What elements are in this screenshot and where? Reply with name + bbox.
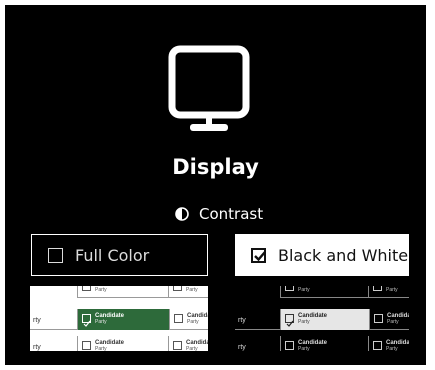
party-text: Party (298, 287, 310, 293)
party-text: Party (95, 346, 107, 352)
table-row: rty Candidate Party Candidate Party (30, 309, 208, 330)
party-cell: rty (235, 336, 281, 351)
preview-checkbox-checked (82, 314, 91, 327)
party-text: Party (386, 346, 398, 352)
party-cell: rty (235, 309, 281, 330)
candidate-cell: Candidate Party (78, 336, 169, 351)
party-text: Party (298, 346, 310, 352)
preview-checkbox-checked (285, 314, 294, 327)
table-row: rty Candidate Party Candidate Party (30, 336, 208, 351)
preview-checkbox (173, 286, 182, 291)
candidate-cell-selected: Candidate Party (78, 309, 169, 330)
display-settings-panel: Display Contrast Full Color Black and Wh… (5, 5, 426, 365)
preview-checkbox (373, 286, 382, 291)
preview-checkbox (173, 341, 182, 350)
party-stub-text: rty (238, 317, 246, 324)
party-text: Party (95, 287, 107, 293)
preview-checkbox (82, 286, 91, 291)
monitor-icon (168, 45, 262, 142)
candidate-cell: Candidate Party (78, 286, 169, 298)
black-and-white-option[interactable]: Black and White (235, 234, 409, 276)
party-cell: rty (30, 309, 78, 330)
party-cell (235, 286, 281, 298)
preview-checkbox (174, 314, 183, 323)
black-and-white-preview: Candidate Party Candidate Party rty Cand… (235, 286, 409, 351)
black-and-white-label: Black and White (278, 245, 409, 265)
party-stub-text: rty (238, 344, 246, 351)
party-text: Party (386, 287, 398, 293)
candidate-cell: Candidate Party (169, 286, 208, 298)
candidate-cell: Candidate Party (169, 309, 208, 330)
table-row: rty Candidate Party Candidate Party (235, 309, 409, 330)
party-cell: rty (30, 336, 78, 351)
preview-checkbox (285, 286, 294, 291)
page-title: Display (172, 155, 259, 179)
party-text: Party (186, 346, 198, 352)
contrast-icon (175, 207, 189, 221)
party-text: Party (387, 319, 399, 325)
preview-checkbox (373, 341, 382, 350)
candidate-cell: Candidate Party (169, 336, 208, 351)
party-cell (30, 286, 78, 298)
candidate-cell: Candidate Party (369, 286, 409, 298)
party-stub-text: rty (33, 317, 41, 324)
full-color-checkbox[interactable] (48, 247, 63, 263)
preview-checkbox (374, 314, 383, 323)
black-and-white-checkbox[interactable] (251, 247, 266, 263)
contrast-label: Contrast (199, 205, 264, 223)
contrast-heading: Contrast (175, 204, 263, 224)
candidate-cell-selected: Candidate Party (281, 309, 369, 330)
full-color-label: Full Color (75, 245, 150, 265)
candidate-cell: Candidate Party (281, 286, 369, 298)
table-row: Candidate Party Candidate Party (30, 286, 208, 298)
party-text: Party (298, 319, 310, 325)
party-stub-text: rty (33, 344, 41, 351)
candidate-cell: Candidate Party (369, 336, 409, 351)
candidate-cell: Candidate Party (281, 336, 369, 351)
full-color-option[interactable]: Full Color (31, 234, 208, 276)
party-text: Party (186, 287, 198, 293)
table-row: Candidate Party Candidate Party (235, 286, 409, 298)
party-text: Party (95, 319, 107, 325)
preview-checkbox (82, 341, 91, 350)
candidate-cell: Candidate Party (369, 309, 409, 330)
preview-checkbox (285, 341, 294, 350)
party-text: Party (187, 319, 199, 325)
table-row: rty Candidate Party Candidate Party (235, 336, 409, 351)
full-color-preview: Candidate Party Candidate Party rty Cand… (30, 286, 208, 351)
check-icon (254, 250, 266, 261)
